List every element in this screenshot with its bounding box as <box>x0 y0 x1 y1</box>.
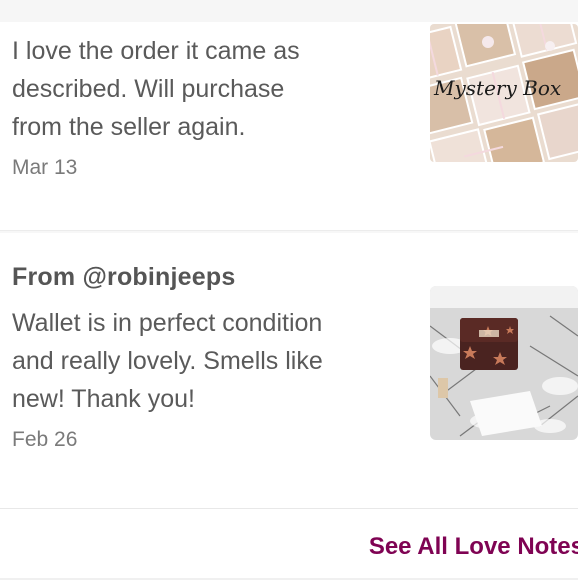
love-note-body: From @robinjeeps Wallet is in perfect co… <box>12 263 412 452</box>
wallet-thumbnail[interactable] <box>430 286 578 440</box>
note-date: Feb 26 <box>12 428 78 451</box>
mystery-box-thumbnail[interactable]: Mystery Box <box>430 24 578 162</box>
love-note-card: From @robinjeeps Wallet is in perfect co… <box>0 233 578 509</box>
note-line: new! Thank you! <box>12 385 195 413</box>
note-author[interactable]: From @robinjeeps <box>12 263 412 292</box>
love-note-body: I love the order it came as described. W… <box>12 32 412 180</box>
note-line: Wallet is in perfect condition <box>12 309 323 337</box>
note-line: from the seller again. <box>12 113 246 141</box>
top-strip <box>0 0 578 22</box>
mystery-box-caption: Mystery Box <box>434 76 562 100</box>
wallet-image <box>430 286 578 440</box>
note-date: Mar 13 <box>12 156 78 179</box>
note-line: and really lovely. Smells like <box>12 347 323 375</box>
love-notes-footer: See All Love Notes <box>0 509 578 580</box>
note-line: I love the order it came as <box>12 37 300 65</box>
love-note-card: I love the order it came as described. W… <box>0 22 578 231</box>
note-line: described. Will purchase <box>12 75 285 103</box>
see-all-love-notes-link[interactable]: See All Love Notes <box>369 533 578 561</box>
